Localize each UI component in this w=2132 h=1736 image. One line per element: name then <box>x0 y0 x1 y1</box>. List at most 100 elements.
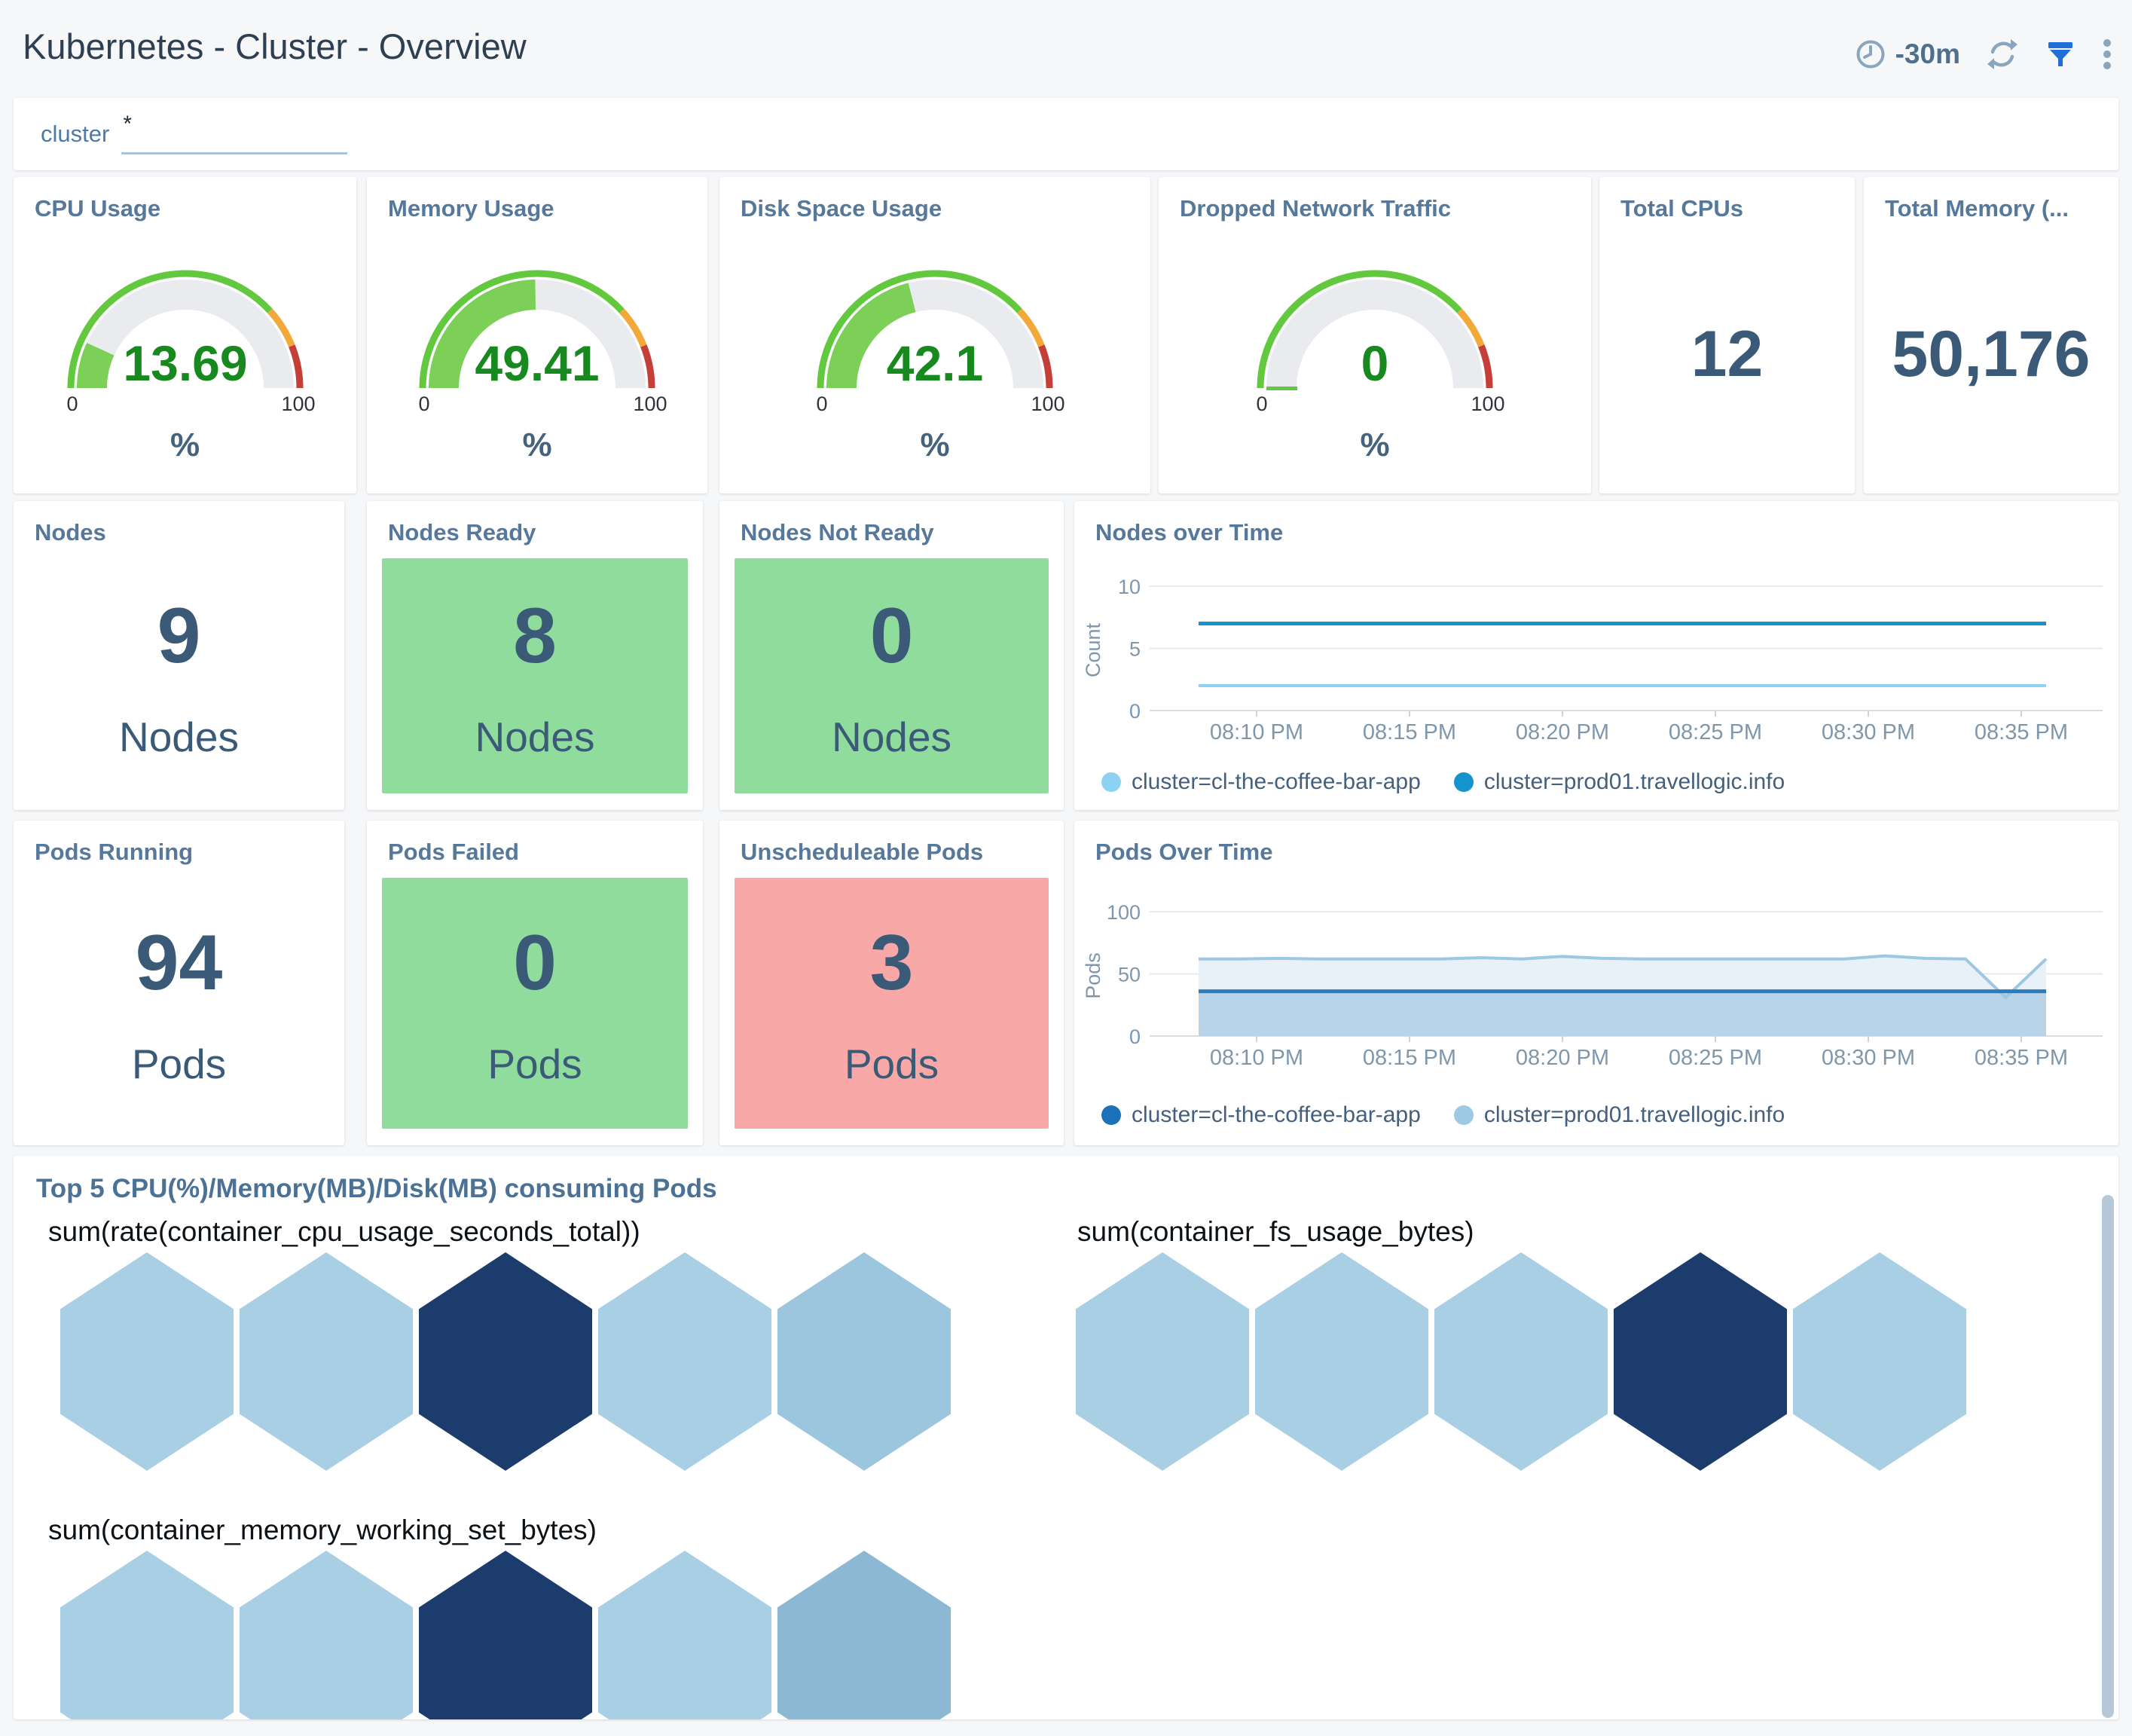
hexagon-cell[interactable] <box>1255 1252 1428 1471</box>
kebab-menu-icon[interactable] <box>2102 38 2112 71</box>
gauge-chart: 00100 <box>1239 261 1510 416</box>
time-range-button[interactable]: -30m <box>1855 38 1960 70</box>
panel-nodes-not-ready: Nodes Not Ready 0 Nodes <box>719 501 1064 810</box>
panel-nodes: Nodes 9 Nodes <box>14 501 344 810</box>
svg-text:42.1: 42.1 <box>887 335 983 391</box>
hexagon-cell[interactable] <box>1614 1252 1787 1471</box>
nodes-not-ready-tile: 0 Nodes <box>735 558 1049 793</box>
gauge-unit: % <box>522 426 551 464</box>
hexagon-cell[interactable] <box>419 1551 592 1719</box>
legend-dot <box>1101 772 1121 792</box>
section-title: Top 5 CPU(%)/Memory(MB)/Disk(MB) consumi… <box>36 1174 717 1204</box>
panel-title: Pods Failed <box>388 839 519 866</box>
panel-nodes-over-time: Nodes over Time 0510Count08:10 PM08:15 P… <box>1074 501 2118 810</box>
svg-text:100: 100 <box>1031 393 1064 415</box>
dashboard-header: Kubernetes - Cluster - Overview -30m <box>0 0 2132 98</box>
legend-item: cluster=cl-the-coffee-bar-app <box>1101 1102 1421 1128</box>
panel-title: Nodes over Time <box>1095 519 1283 546</box>
panel-top5-consuming-pods: Top 5 CPU(%)/Memory(MB)/Disk(MB) consumi… <box>14 1156 2118 1719</box>
time-range-label: -30m <box>1895 38 1960 70</box>
panel-unscheduleable-pods: Unscheduleable Pods 3 Pods <box>719 821 1064 1145</box>
hexagon-cell[interactable] <box>1076 1252 1249 1471</box>
tile-value: 9 <box>157 591 201 681</box>
hexagon-cell[interactable] <box>1793 1252 1966 1471</box>
gauge-unit: % <box>920 426 949 464</box>
svg-text:Pods: Pods <box>1082 952 1104 999</box>
panel-memory-usage: Memory Usage 49.410100% <box>367 177 707 494</box>
svg-text:50: 50 <box>1118 964 1141 986</box>
svg-text:13.69: 13.69 <box>123 335 247 391</box>
svg-text:08:20 PM: 08:20 PM <box>1516 1046 1609 1070</box>
panel-pods-running: Pods Running 94 Pods <box>14 821 344 1145</box>
svg-text:10: 10 <box>1118 576 1141 598</box>
hexagon-cell[interactable] <box>419 1252 592 1471</box>
svg-text:08:15 PM: 08:15 PM <box>1363 720 1456 744</box>
svg-text:100: 100 <box>633 393 667 415</box>
total-cpus-value: 12 <box>1614 245 1840 463</box>
chart-legend: cluster=cl-the-coffee-bar-app cluster=pr… <box>1101 769 1785 795</box>
svg-text:0: 0 <box>418 393 429 415</box>
pods-over-time-chart: 050100Pods08:10 PM08:15 PM08:20 PM08:25 … <box>1074 893 2118 1089</box>
metric-title-cpu: sum(rate(container_cpu_usage_seconds_tot… <box>48 1216 640 1248</box>
svg-text:0: 0 <box>816 393 827 415</box>
panel-total-cpus: Total CPUs 12 <box>1599 177 1855 494</box>
refresh-icon[interactable] <box>1986 38 2019 71</box>
svg-text:0: 0 <box>1129 700 1141 723</box>
svg-text:08:25 PM: 08:25 PM <box>1669 1046 1762 1070</box>
hexagon-cell[interactable] <box>240 1252 413 1471</box>
svg-text:08:10 PM: 08:10 PM <box>1210 1046 1303 1070</box>
tile-value: 0 <box>513 918 557 1008</box>
cluster-filter-label: cluster <box>41 121 109 148</box>
legend-item: cluster=prod01.travellogic.info <box>1454 769 1785 795</box>
cluster-filter-input[interactable]: * <box>121 115 347 154</box>
panel-title: Dropped Network Traffic <box>1180 195 1451 222</box>
panel-title: Unscheduleable Pods <box>741 839 983 866</box>
legend-dot <box>1454 772 1474 792</box>
vertical-scrollbar-thumb[interactable] <box>2102 1195 2114 1718</box>
hexagon-cell[interactable] <box>598 1252 771 1471</box>
hexagon-cell[interactable] <box>598 1551 771 1719</box>
svg-text:08:30 PM: 08:30 PM <box>1822 1046 1915 1070</box>
svg-text:100: 100 <box>1107 901 1141 924</box>
panel-cpu-usage: CPU Usage 13.690100% <box>14 177 356 494</box>
legend-dot <box>1454 1105 1474 1125</box>
panel-title: Memory Usage <box>388 195 554 222</box>
hexagon-cell[interactable] <box>777 1551 951 1719</box>
panel-title: Pods Over Time <box>1095 839 1272 866</box>
honeycomb-memory <box>60 1551 951 1719</box>
svg-text:08:25 PM: 08:25 PM <box>1669 720 1762 744</box>
panel-title: Total Memory (... <box>1885 195 2069 222</box>
panel-title: CPU Usage <box>35 195 160 222</box>
memory-usage-gauge: 49.410100% <box>367 261 707 464</box>
pods-running-tile: 94 Pods <box>29 878 329 1129</box>
hexagon-cell[interactable] <box>60 1252 234 1471</box>
svg-text:100: 100 <box>281 393 315 415</box>
nodes-over-time-chart: 0510Count08:10 PM08:15 PM08:20 PM08:25 P… <box>1074 567 2118 763</box>
total-memory-value: 50,176 <box>1879 245 2103 463</box>
tile-value: 3 <box>870 918 914 1008</box>
gauge-unit: % <box>1360 426 1389 464</box>
cluster-filter-value: * <box>123 112 132 137</box>
hexagon-cell[interactable] <box>1434 1252 1608 1471</box>
tile-label: Nodes <box>119 713 239 761</box>
dropped-network-traffic-gauge: 00100% <box>1159 261 1591 464</box>
svg-text:0: 0 <box>66 393 78 415</box>
hexagon-cell[interactable] <box>777 1252 951 1471</box>
tile-label: Pods <box>487 1040 582 1088</box>
svg-text:08:35 PM: 08:35 PM <box>1975 720 2068 744</box>
panel-nodes-ready: Nodes Ready 8 Nodes <box>367 501 703 810</box>
tile-label: Nodes <box>475 713 595 761</box>
svg-text:Count: Count <box>1082 622 1104 677</box>
panel-title: Disk Space Usage <box>741 195 942 222</box>
nodes-ready-tile: 8 Nodes <box>382 558 688 793</box>
panel-title: Nodes Not Ready <box>741 519 934 546</box>
cpu-usage-gauge: 13.690100% <box>14 261 356 464</box>
hexagon-cell[interactable] <box>240 1551 413 1719</box>
clock-icon <box>1855 38 1886 70</box>
filter-icon[interactable] <box>2045 38 2076 70</box>
honeycomb-fs <box>1076 1252 1966 1471</box>
legend-item: cluster=prod01.travellogic.info <box>1454 1102 1785 1128</box>
page-title: Kubernetes - Cluster - Overview <box>23 26 527 67</box>
metric-title-fs: sum(container_fs_usage_bytes) <box>1077 1216 1474 1248</box>
hexagon-cell[interactable] <box>60 1551 234 1719</box>
